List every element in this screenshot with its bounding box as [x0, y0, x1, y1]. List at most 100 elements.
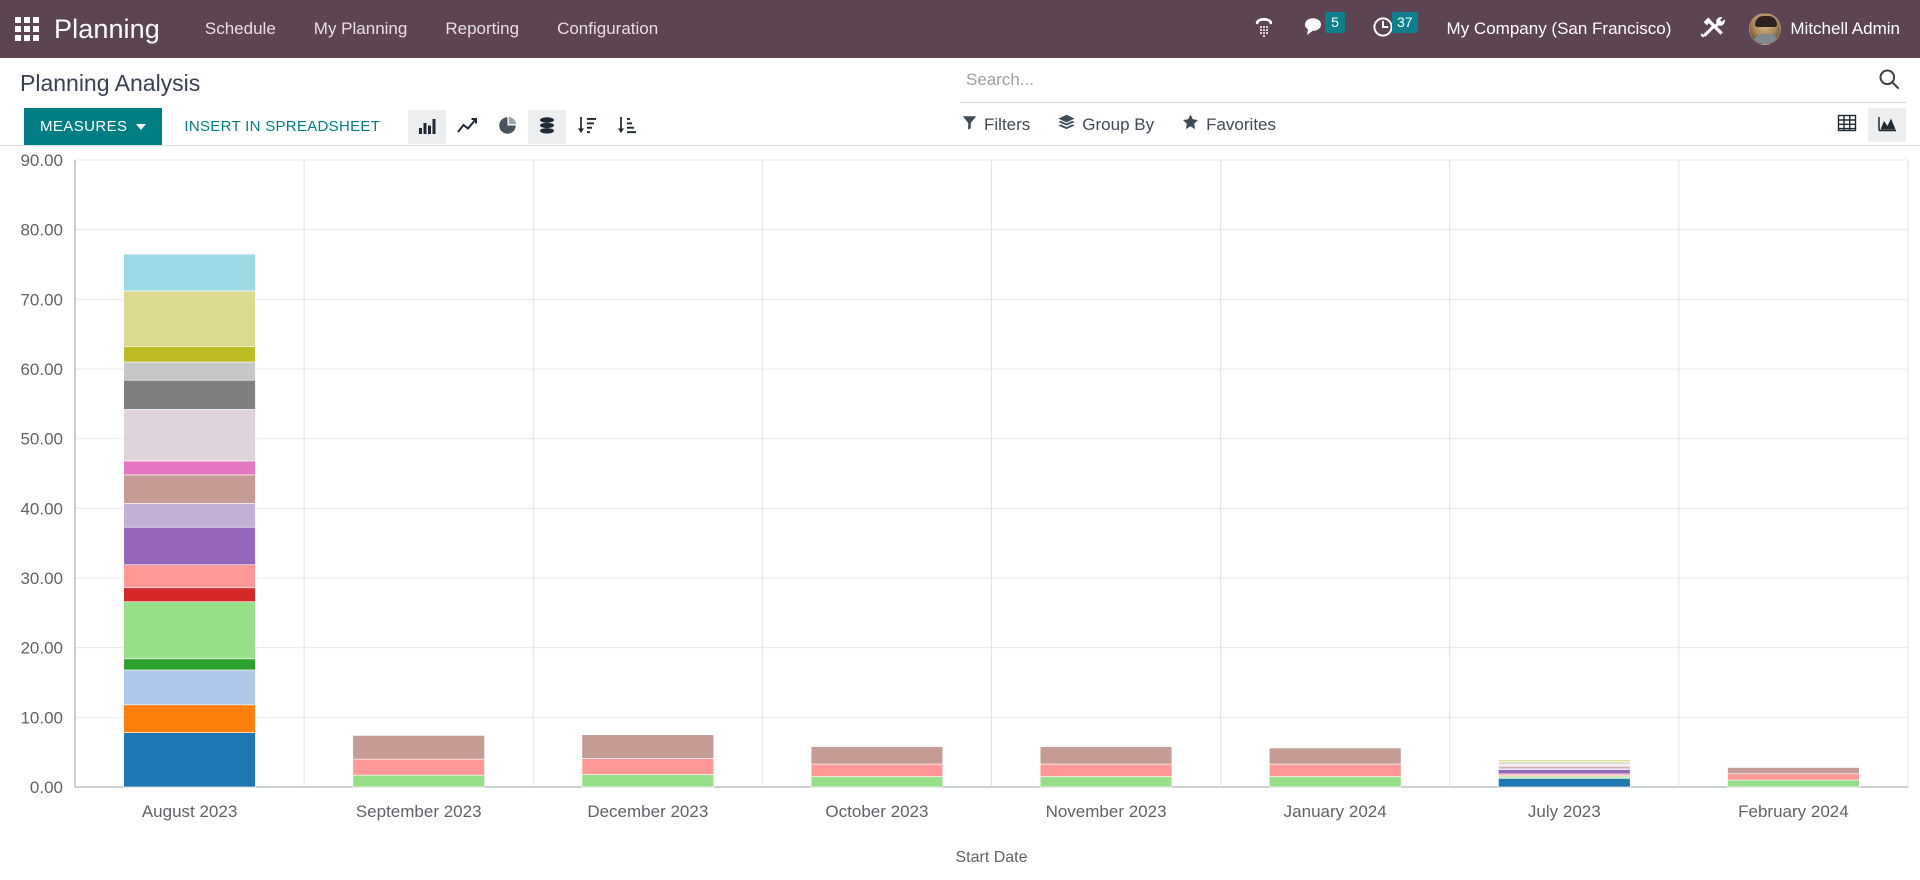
- tools-button[interactable]: [1687, 0, 1739, 58]
- activities-badge: 37: [1391, 11, 1418, 33]
- bar-segment[interactable]: [123, 669, 256, 706]
- measures-label: MEASURES: [40, 118, 128, 135]
- nav-item-schedule[interactable]: Schedule: [186, 0, 295, 58]
- pivot-view-button[interactable]: [1828, 108, 1866, 142]
- app-brand-planning[interactable]: Planning: [54, 14, 186, 45]
- bar-segment[interactable]: [123, 601, 256, 660]
- x-axis-tick-label: October 2023: [825, 802, 928, 821]
- bar-group[interactable]: [810, 746, 944, 788]
- bar-segment[interactable]: [123, 253, 256, 292]
- bar-segment[interactable]: [1727, 773, 1860, 781]
- x-axis-tick-label: September 2023: [356, 802, 482, 821]
- user-menu[interactable]: Mitchell Admin: [1739, 13, 1906, 45]
- bar-segment[interactable]: [1039, 776, 1173, 788]
- bar-group[interactable]: [1269, 747, 1402, 788]
- control-panel-right: Filters Group By Favor: [960, 58, 1920, 146]
- stacked-button[interactable]: [528, 109, 567, 144]
- x-axis-tick-label: July 2023: [1528, 802, 1601, 821]
- bar-group[interactable]: [581, 734, 714, 788]
- pie-chart-button[interactable]: [488, 110, 526, 144]
- bar-segment[interactable]: [123, 290, 256, 348]
- insert-in-spreadsheet-button[interactable]: INSERT IN SPREADSHEET: [170, 108, 394, 145]
- bar-segment[interactable]: [352, 735, 485, 760]
- y-axis-tick-label: 40.00: [20, 499, 63, 518]
- company-switcher[interactable]: My Company (San Francisco): [1431, 19, 1688, 39]
- filters-label: Filters: [984, 114, 1031, 134]
- bar-segment[interactable]: [810, 763, 944, 777]
- stacked-icon: [537, 116, 557, 138]
- bar-segment[interactable]: [1269, 776, 1402, 788]
- y-axis-tick-label: 70.00: [20, 290, 63, 309]
- top-navbar: Planning Schedule My Planning Reporting …: [0, 0, 1920, 58]
- bar-segment[interactable]: [810, 746, 944, 765]
- bar-segment[interactable]: [1269, 747, 1402, 765]
- bar-segment[interactable]: [123, 704, 256, 733]
- favorites-label: Favorites: [1206, 114, 1277, 134]
- filter-row: Filters Group By Favorites: [960, 103, 1920, 146]
- filters-dropdown[interactable]: Filters: [962, 111, 1044, 139]
- graph-view-button[interactable]: [1868, 107, 1906, 142]
- bar-segment[interactable]: [1498, 778, 1631, 788]
- messages-badge: 5: [1324, 11, 1345, 33]
- bar-group[interactable]: [1498, 759, 1631, 788]
- measures-button[interactable]: MEASURES: [24, 108, 163, 145]
- bar-segment[interactable]: [1269, 763, 1402, 777]
- x-axis-tick-label: December 2023: [587, 802, 708, 821]
- tools-icon: [1700, 14, 1726, 45]
- bar-segment[interactable]: [123, 361, 256, 381]
- voip-phone-button[interactable]: [1239, 0, 1289, 58]
- bar-segment[interactable]: [123, 526, 256, 566]
- sort-descending-button[interactable]: [568, 110, 606, 144]
- bar-segment[interactable]: [123, 409, 256, 462]
- y-axis-tick-label: 10.00: [20, 708, 63, 727]
- bar-segment[interactable]: [581, 774, 714, 788]
- layers-icon: [1058, 114, 1075, 135]
- bar-segment[interactable]: [1727, 767, 1860, 775]
- x-axis-tick-label: August 2023: [142, 802, 237, 821]
- bar-segment[interactable]: [123, 732, 256, 788]
- group-by-dropdown[interactable]: Group By: [1058, 110, 1168, 139]
- nav-item-reporting[interactable]: Reporting: [426, 0, 538, 58]
- nav-item-my-planning[interactable]: My Planning: [295, 0, 427, 58]
- bar-group[interactable]: [123, 253, 256, 788]
- stacked-bar-chart[interactable]: 0.00 10.00 20.00 30.00 40.00 50.00 60.00 70.00 8…: [0, 146, 1920, 880]
- favorites-dropdown[interactable]: Favorites: [1182, 110, 1290, 139]
- sort-ascending-button[interactable]: [608, 110, 646, 144]
- messages-button[interactable]: 5: [1289, 0, 1358, 58]
- bar-segment[interactable]: [123, 346, 256, 363]
- bar-segment[interactable]: [810, 776, 944, 788]
- bar-segment[interactable]: [1039, 763, 1173, 777]
- bar-segment[interactable]: [581, 734, 714, 759]
- search-button[interactable]: [1872, 68, 1906, 93]
- search-input[interactable]: [962, 70, 1872, 90]
- bar-segment[interactable]: [123, 460, 256, 476]
- bar-segment[interactable]: [1498, 759, 1631, 762]
- apps-menu-button[interactable]: [0, 0, 54, 58]
- y-axis-tick-label: 60.00: [20, 360, 63, 379]
- line-chart-button[interactable]: [448, 110, 486, 144]
- bar-group[interactable]: [1039, 746, 1173, 788]
- bar-group[interactable]: [1727, 767, 1860, 788]
- bar-segment[interactable]: [352, 774, 485, 788]
- pie-chart-icon: [498, 116, 517, 138]
- activities-button[interactable]: 37: [1358, 0, 1431, 58]
- nav-item-configuration[interactable]: Configuration: [538, 0, 677, 58]
- chart-container: 0.00 10.00 20.00 30.00 40.00 50.00 60.00 70.00 8…: [0, 146, 1920, 880]
- bar-segment[interactable]: [123, 658, 256, 671]
- bar-segment[interactable]: [123, 587, 256, 602]
- bar-segment[interactable]: [352, 758, 485, 776]
- bar-chart-button[interactable]: [408, 109, 447, 144]
- bar-chart-icon: [418, 116, 437, 138]
- bar-segment[interactable]: [581, 758, 714, 775]
- bar-segment[interactable]: [1727, 779, 1860, 788]
- bar-segment[interactable]: [1039, 746, 1173, 765]
- bar-segment[interactable]: [123, 379, 256, 410]
- bar-segment[interactable]: [1498, 769, 1631, 775]
- y-axis-tick-label: 90.00: [20, 151, 63, 170]
- page-title: Planning Analysis: [20, 70, 201, 96]
- bar-segment[interactable]: [123, 474, 256, 504]
- bar-segment[interactable]: [123, 503, 256, 528]
- user-name: Mitchell Admin: [1790, 19, 1900, 38]
- bar-segment[interactable]: [123, 564, 256, 589]
- bar-group[interactable]: [352, 735, 485, 788]
